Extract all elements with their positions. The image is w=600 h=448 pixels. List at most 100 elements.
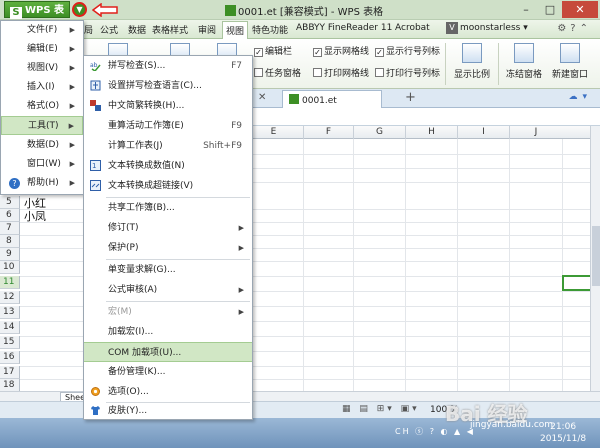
active-cell[interactable]	[562, 275, 590, 291]
row-header[interactable]: 18	[0, 379, 20, 391]
window-title: 0001.et [兼容模式] - WPS 表格	[225, 3, 383, 18]
scrollbar-thumb[interactable]	[592, 226, 600, 286]
column-header[interactable]: F	[303, 126, 353, 139]
new-window-button[interactable]: 新建窗口	[546, 43, 594, 80]
tab-acrobat[interactable]: Acrobat	[395, 23, 430, 33]
column-header[interactable]: J	[509, 126, 562, 139]
language-icon	[90, 80, 101, 91]
print-gridlines-checkbox[interactable]: 打印网格线	[313, 66, 369, 79]
menu-item-formula-audit[interactable]: 公式审核(A) ▶	[84, 280, 252, 300]
gridline	[405, 139, 406, 391]
show-gridlines-checkbox[interactable]: ✓ 显示网格线	[313, 44, 369, 57]
menu-item-skin[interactable]: 皮肤(Y)...	[84, 401, 252, 421]
row-header[interactable]: 5	[0, 196, 20, 209]
ribbon-divider	[498, 43, 499, 85]
menu-item-text-to-link[interactable]: 文本转换成超链接(V)	[84, 176, 252, 196]
row-header[interactable]: 14	[0, 321, 20, 334]
tab-page-layout[interactable]: 局	[84, 23, 93, 36]
menu-item-macro: 宏(M) ▶	[84, 302, 252, 322]
ribbon-divider	[445, 43, 446, 85]
gear-icon	[91, 387, 100, 396]
tab-features[interactable]: 特色功能	[252, 23, 288, 36]
close-button[interactable]: ✕	[562, 1, 598, 18]
row-header[interactable]: 9	[0, 248, 20, 261]
row-header[interactable]: 13	[0, 306, 20, 319]
row-header[interactable]: 8	[0, 235, 20, 248]
row-header[interactable]: 7	[0, 222, 20, 235]
menu-item-text-to-number[interactable]: 1 文本转换成数值(N)	[84, 156, 252, 176]
tab-data[interactable]: 数据	[128, 23, 146, 36]
menu-item-help[interactable]: ? 帮助(H) ▶	[1, 174, 83, 193]
et-file-icon	[225, 5, 236, 16]
svg-text:ab: ab	[90, 62, 98, 69]
menu-item-data[interactable]: 数据(D) ▶	[1, 136, 83, 155]
menu-item-revisions[interactable]: 修订(T) ▶	[84, 218, 252, 238]
chevron-right-icon: ▶	[69, 141, 75, 149]
menu-item-options[interactable]: 选项(O)...	[84, 382, 252, 402]
print-headers-checkbox[interactable]: 打印行号列标	[375, 66, 440, 79]
user-account[interactable]: Vmoonstarless ▾	[446, 22, 528, 34]
new-window-icon	[560, 43, 580, 63]
menu-item-format[interactable]: 格式(O) ▶	[1, 97, 83, 116]
menu-item-protect[interactable]: 保护(P) ▶	[84, 238, 252, 258]
wps-logo-icon: S	[10, 7, 22, 19]
menu-item-insert[interactable]: 插入(I) ▶	[1, 78, 83, 97]
column-header[interactable]: H	[405, 126, 457, 139]
row-header[interactable]: 6	[0, 209, 20, 222]
tab-review[interactable]: 审阅	[198, 23, 216, 36]
freeze-panes-button[interactable]: 冻结窗格	[500, 43, 548, 80]
maximize-button[interactable]: □	[538, 1, 562, 18]
menu-item-recalc-workbook[interactable]: 重算活动工作簿(E) F9	[84, 116, 252, 136]
vertical-scrollbar[interactable]	[590, 126, 600, 391]
chevron-right-icon: ▶	[69, 179, 75, 187]
menu-item-addins[interactable]: 加载宏(I)...	[84, 322, 252, 342]
column-header[interactable]: I	[457, 126, 509, 139]
chevron-right-icon: ▶	[238, 244, 244, 252]
row-header-selected[interactable]: 11	[0, 276, 20, 289]
menu-item-tools[interactable]: 工具(T) ▶	[1, 116, 83, 135]
tab-abbyy[interactable]: ABBYY FineReader 11	[296, 23, 392, 33]
menu-item-backup[interactable]: 备份管理(K)...	[84, 362, 252, 382]
doc-tab-0001[interactable]: 0001.et	[282, 90, 382, 108]
ribbon-tabs: 局 公式 数据 表格样式 审阅 视图 特色功能 ABBYY FineReader…	[0, 20, 600, 39]
show-headers-checkbox[interactable]: ✓ 显示行号列标	[375, 44, 440, 57]
zoom-button[interactable]: 显示比例	[448, 43, 496, 80]
tab-formula[interactable]: 公式	[100, 23, 118, 36]
chevron-right-icon: ▶	[69, 83, 75, 91]
menu-item-share-workbook[interactable]: 共享工作簿(B)...	[84, 198, 252, 218]
task-pane-checkbox[interactable]: 任务窗格	[254, 66, 301, 79]
formula-bar-checkbox[interactable]: ✓ 编辑栏	[254, 44, 292, 57]
chevron-right-icon: ▶	[69, 45, 75, 53]
column-header[interactable]: G	[353, 126, 405, 139]
row-header[interactable]: 15	[0, 336, 20, 349]
chevron-right-icon: ▶	[68, 122, 74, 130]
menu-item-view[interactable]: 视图(V) ▶	[1, 59, 83, 78]
menu-item-chinese-convert[interactable]: 中文简繁转换(H)...	[84, 96, 252, 116]
menu-item-goal-seek[interactable]: 单变量求解(G)...	[84, 260, 252, 280]
close-tab-icon[interactable]: ✕	[258, 92, 266, 103]
menu-item-file[interactable]: 文件(F) ▶	[1, 21, 83, 40]
row-header[interactable]: 16	[0, 351, 20, 364]
system-tray[interactable]: CH ⓢ ? ◐ ▲ ◀	[395, 426, 475, 437]
row-header[interactable]: 12	[0, 291, 20, 304]
cell-value[interactable]: 小凤	[24, 208, 46, 224]
cloud-icons[interactable]: ☁▾	[568, 92, 592, 102]
tab-table-style[interactable]: 表格样式	[152, 23, 188, 36]
menu-item-spellcheck[interactable]: ab 拼写检查(S)... F7	[84, 56, 252, 76]
title-bar: SWPS 表格 ▼ 0001.et [兼容模式] - WPS 表格 –□✕	[0, 0, 600, 33]
freeze-icon	[514, 43, 534, 63]
help-icons[interactable]: ⚙?⌃	[557, 23, 592, 34]
row-header[interactable]: 17	[0, 366, 20, 379]
wps-menu-button[interactable]: SWPS 表格	[4, 1, 70, 33]
menu-item-calc-sheet[interactable]: 计算工作表(J) Shift+F9	[84, 136, 252, 156]
menu-item-edit[interactable]: 编辑(E) ▶	[1, 40, 83, 59]
minimize-button[interactable]: –	[514, 1, 538, 18]
row-header[interactable]: 10	[0, 261, 20, 274]
menu-item-window[interactable]: 窗口(W) ▶	[1, 155, 83, 174]
new-tab-icon[interactable]: +	[405, 90, 416, 105]
menu-item-com-addins[interactable]: COM 加载项(U)...	[84, 342, 252, 362]
view-mode-icons[interactable]: ▦ ▤ ⊞▾ ▣▾	[342, 404, 420, 414]
menu-item-spell-language[interactable]: 设置拼写检查语言(C)...	[84, 76, 252, 96]
menu-dropdown-icon[interactable]: ▼	[72, 2, 87, 17]
tab-view[interactable]: 视图	[222, 21, 249, 39]
